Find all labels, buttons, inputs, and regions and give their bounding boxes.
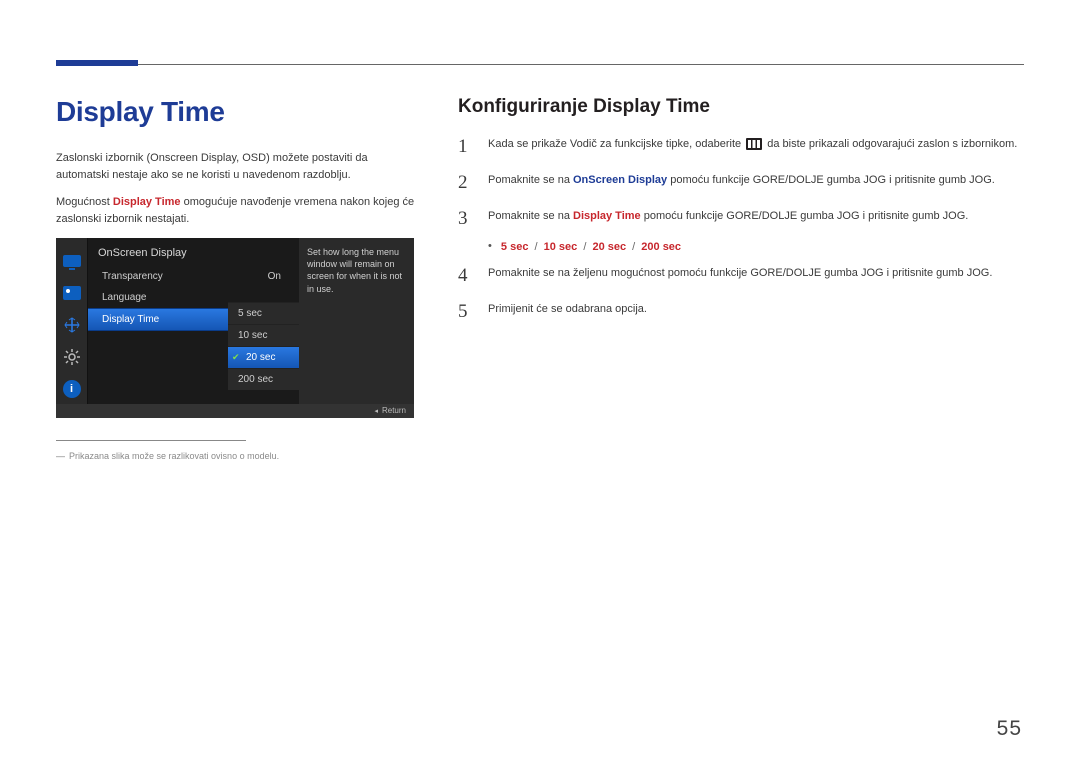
subsection-title: Konfiguriranje Display Time [458,96,1024,118]
step-2-b: pomoću funkcije GORE/DOLJE gumba JOG i p… [667,174,995,186]
section-title: Display Time [56,96,416,128]
step-3-a: Pomaknite se na [488,210,573,222]
step-5: 5 Primijenit će se odabrana opcija. [458,301,1024,321]
step-1-b: da biste prikazali odgovarajući zaslon s… [764,138,1017,150]
intro-paragraph-2: Mogućnost Display Time omogućuje navođen… [56,194,416,228]
step-3-b: pomoću funkcije GORE/DOLJE gumba JOG i p… [641,210,969,222]
options-line: • 5 sec / 10 sec / 20 sec / 200 sec [488,240,1024,253]
step-1-number: 1 [458,136,474,156]
step-2-number: 2 [458,172,474,192]
step-5-body: Primijenit će se odabrana opcija. [488,301,1024,321]
step-3-body: Pomaknite se na Display Time pomoću funk… [488,208,1024,228]
step-4-number: 4 [458,265,474,285]
step-2-a: Pomaknite se na [488,174,573,186]
content-columns: Display Time Zaslonski izbornik (Onscree… [56,96,1024,461]
step-2: 2 Pomaknite se na OnScreen Display pomoć… [458,172,1024,192]
page-number: 55 [997,717,1022,741]
step-2-body: Pomaknite se na OnScreen Display pomoću … [488,172,1024,192]
osd-transparency-label: Transparency [102,271,163,282]
step-2-blue: OnScreen Display [573,174,667,186]
osd-main: OnScreen Display Transparency On Languag… [88,238,299,404]
step-1-body: Kada se prikaže Vodič za funkcijske tipk… [488,136,1024,156]
step-1-a: Kada se prikaže Vodič za funkcijske tipk… [488,138,744,150]
step-4: 4 Pomaknite se na željenu mogućnost pomo… [458,265,1024,285]
page: Display Time Zaslonski izbornik (Onscree… [0,0,1080,763]
footnote-text: Prikazana slika može se razlikovati ovis… [69,451,279,461]
footnote-rule [56,440,246,441]
step-3-number: 3 [458,208,474,228]
opt-200sec: 200 sec [641,241,681,253]
intro-paragraph-1: Zaslonski izbornik (Onscreen Display, OS… [56,150,416,184]
picture-icon [63,284,81,302]
opt-10sec: 10 sec [544,241,578,253]
osd-displaytime-label: Display Time [102,314,159,325]
steps-list-2: 4 Pomaknite se na željenu mogućnost pomo… [458,265,1024,321]
left-column: Display Time Zaslonski izbornik (Onscree… [56,96,416,461]
intro2-red: Display Time [113,196,181,208]
gear-icon [63,348,81,366]
monitor-icon [63,252,81,270]
intro2-a: Mogućnost [56,196,113,208]
right-column: Konfiguriranje Display Time 1 Kada se pr… [458,96,1024,461]
opt-20sec: 20 sec [592,241,626,253]
footnote-dash: ― [56,451,65,461]
step-1: 1 Kada se prikaže Vodič za funkcijske ti… [458,136,1024,156]
osd-sidebar: i [56,238,88,418]
move-icon [63,316,81,334]
footnote: ― Prikazana slika može se razlikovati ovi… [56,451,416,461]
osd-screenshot: i OnScreen Display Transparency On Langu… [56,238,414,418]
step-3-red: Display Time [573,210,641,222]
step-4-body: Pomaknite se na željenu mogućnost pomoću… [488,265,1024,285]
step-3: 3 Pomaknite se na Display Time pomoću fu… [458,208,1024,228]
step-5-number: 5 [458,301,474,321]
info-icon: i [63,380,81,398]
osd-language-label: Language [102,292,147,303]
steps-list: 1 Kada se prikaže Vodič za funkcijske ti… [458,136,1024,228]
top-rule [56,64,1024,65]
menu-grid-icon [746,138,762,156]
osd-row-transparency: Transparency On [88,266,299,287]
osd-return: Return [56,404,414,418]
osd-description: Set how long the menu window will remain… [299,238,414,404]
top-rule-accent [56,60,138,66]
opt-5sec: 5 sec [501,241,529,253]
osd-transparency-value: On [268,271,281,282]
bullet-icon: • [488,240,492,252]
osd-title: OnScreen Display [88,238,299,266]
osd-option-20sec-label: 20 sec [238,352,275,363]
